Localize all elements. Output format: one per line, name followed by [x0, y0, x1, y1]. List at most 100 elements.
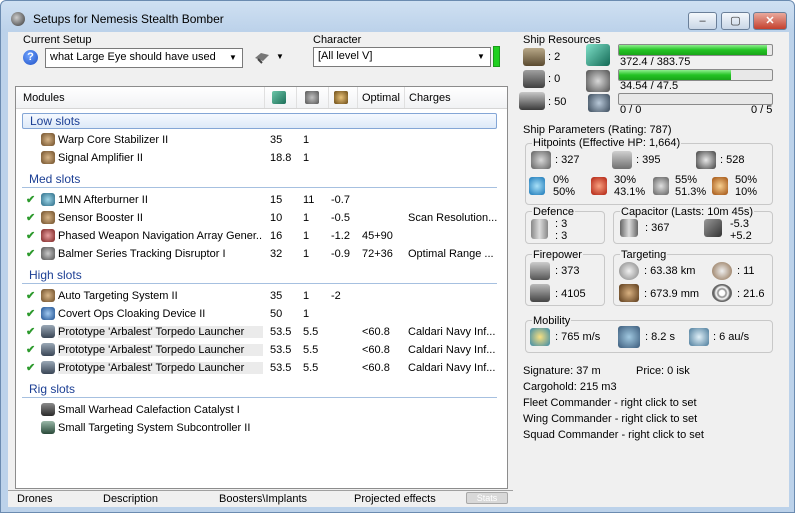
- tab-boosters-implants[interactable]: Boosters\Implants: [219, 493, 307, 505]
- cpu-value: 16: [270, 230, 283, 242]
- module-icon: [41, 151, 55, 164]
- tab-drones[interactable]: Drones: [17, 493, 52, 505]
- cpu-value: 50: [270, 308, 283, 320]
- minimize-button[interactable]: –: [688, 12, 717, 30]
- hitpoints-title: Hitpoints (Effective HP: 1,664): [532, 137, 682, 149]
- shield-hp-value: : 327: [555, 154, 580, 166]
- ship-tools-icon[interactable]: [253, 49, 271, 65]
- col-separator: [264, 87, 265, 108]
- module-row[interactable]: ✔ Prototype 'Arbalest' Torpedo Launcher …: [16, 323, 507, 341]
- scan-resolution-value: : 673.9 mm: [644, 288, 700, 300]
- optimal-value: 72+36: [362, 248, 393, 260]
- section-med-slots[interactable]: Med slots: [22, 172, 497, 188]
- cap-value: -0.9: [331, 248, 350, 260]
- kinetic-resist-1: 55%: [675, 174, 698, 186]
- explosive-resist-icon: [712, 177, 728, 195]
- online-check-icon[interactable]: ✔: [26, 343, 35, 356]
- col-optimal[interactable]: Optimal: [362, 92, 400, 104]
- fleet-commander-slot[interactable]: Fleet Commander - right click to set: [523, 397, 697, 409]
- section-rig-slots[interactable]: Rig slots: [22, 382, 497, 398]
- col-separator: [328, 87, 329, 108]
- launcher-icon: [41, 325, 55, 338]
- module-icon: [41, 133, 55, 146]
- online-check-icon[interactable]: ✔: [26, 289, 35, 302]
- cargohold-text: Cargohold: 215 m3: [523, 381, 617, 393]
- charge-value: Scan Resolution...: [408, 212, 498, 224]
- module-row[interactable]: ✔ Covert Ops Cloaking Device II 50 1: [16, 305, 507, 323]
- online-check-icon[interactable]: ✔: [26, 211, 35, 224]
- module-name: Small Warhead Calefaction Catalyst I: [58, 404, 240, 416]
- setup-select[interactable]: what Large Eye should have used ▼: [45, 48, 243, 68]
- em-resist-icon: [529, 177, 545, 195]
- character-select-value: [All level V]: [318, 50, 373, 62]
- drone-bandwidth-icon: [588, 94, 610, 112]
- online-check-icon[interactable]: ✔: [26, 229, 35, 242]
- bottom-tab-bar: Drones Description Boosters\Implants Pro…: [8, 490, 513, 507]
- pg-value: 1: [303, 230, 310, 242]
- thermal-resist-1: 30%: [614, 174, 637, 186]
- app-logo-icon: [11, 12, 25, 26]
- wing-commander-slot[interactable]: Wing Commander - right click to set: [523, 413, 697, 425]
- online-check-icon[interactable]: ✔: [26, 325, 35, 338]
- online-check-icon[interactable]: ✔: [26, 247, 35, 260]
- module-row[interactable]: Small Warhead Calefaction Catalyst I: [16, 401, 507, 419]
- firepower-title: Firepower: [532, 249, 583, 261]
- pg-value: 1: [303, 308, 310, 320]
- cap-value: -2: [331, 290, 341, 302]
- tab-description[interactable]: Description: [103, 493, 158, 505]
- squad-commander-slot[interactable]: Squad Commander - right click to set: [523, 429, 704, 441]
- cpu-col-icon[interactable]: [272, 91, 286, 104]
- defence-value-2: : 3: [555, 230, 568, 242]
- module-row[interactable]: ✔ Auto Targeting System II 35 1 -2: [16, 287, 507, 305]
- close-button[interactable]: ✕: [753, 12, 787, 30]
- online-check-icon[interactable]: ✔: [26, 307, 35, 320]
- structure-hp-value: : 528: [720, 154, 745, 166]
- launcher-slots-value: : 0: [548, 73, 561, 85]
- module-row[interactable]: ✔ Prototype 'Arbalest' Torpedo Launcher …: [16, 359, 507, 377]
- calibration-icon: [519, 92, 545, 110]
- module-row[interactable]: Warp Core Stabilizer II 35 1: [16, 131, 507, 149]
- pg-value: 11: [303, 194, 315, 206]
- capacitor-col-icon[interactable]: [334, 91, 348, 104]
- cpu-value: 15: [270, 194, 283, 206]
- col-modules[interactable]: Modules: [23, 92, 65, 104]
- module-name: Warp Core Stabilizer II: [58, 134, 169, 146]
- launcher-icon: [41, 343, 55, 356]
- maximize-button[interactable]: ▢: [721, 12, 750, 30]
- powergrid-col-icon[interactable]: [305, 91, 319, 104]
- drone-bandwidth-value: 0 / 0: [620, 104, 642, 116]
- stats-button[interactable]: Stats: [466, 492, 508, 504]
- module-row[interactable]: ✔ Sensor Booster II 10 1 -0.5 Scan Resol…: [16, 209, 507, 227]
- module-row[interactable]: Small Targeting System Subcontroller II: [16, 419, 507, 437]
- online-check-icon[interactable]: ✔: [26, 193, 35, 206]
- help-icon[interactable]: ?: [23, 50, 38, 65]
- rig-icon: [41, 403, 55, 416]
- cpu-icon: [586, 44, 610, 66]
- cap-value: -0.7: [331, 194, 350, 206]
- module-name: Prototype 'Arbalest' Torpedo Launcher: [58, 326, 263, 338]
- align-time-value: : 8.2 s: [645, 331, 675, 343]
- module-row[interactable]: ✔ Balmer Series Tracking Disruptor I 32 …: [16, 245, 507, 263]
- tools-dropdown-icon[interactable]: ▼: [276, 52, 284, 61]
- cap-delta-2: +5.2: [730, 230, 752, 242]
- module-icon: [41, 289, 55, 302]
- online-check-icon[interactable]: ✔: [26, 361, 35, 374]
- module-name: Covert Ops Cloaking Device II: [58, 308, 206, 320]
- module-row[interactable]: ✔ Phased Weapon Navigation Array Gener..…: [16, 227, 507, 245]
- module-row[interactable]: ✔ 1MN Afterburner II 15 11 -0.7: [16, 191, 507, 209]
- tab-projected-effects[interactable]: Projected effects: [354, 493, 436, 505]
- title-bar[interactable]: Setups for Nemesis Stealth Bomber – ▢ ✕: [1, 1, 794, 31]
- character-select[interactable]: [All level V] ▼: [313, 47, 491, 67]
- module-row[interactable]: ✔ Prototype 'Arbalest' Torpedo Launcher …: [16, 341, 507, 359]
- rig-icon: [41, 421, 55, 434]
- module-row[interactable]: Signal Amplifier II 18.8 1: [16, 149, 507, 167]
- current-setup-label: Current Setup: [23, 34, 92, 46]
- col-charges[interactable]: Charges: [409, 92, 451, 104]
- signature-text: Signature: 37 m: [523, 365, 601, 377]
- capacitor-title: Capacitor (Lasts: 10m 45s): [620, 206, 755, 218]
- section-high-slots[interactable]: High slots: [22, 268, 497, 284]
- section-low-slots[interactable]: Low slots: [22, 113, 497, 129]
- pg-value: 1: [303, 134, 310, 146]
- speed-value: : 765 m/s: [555, 331, 601, 343]
- optimal-value: <60.8: [362, 344, 390, 356]
